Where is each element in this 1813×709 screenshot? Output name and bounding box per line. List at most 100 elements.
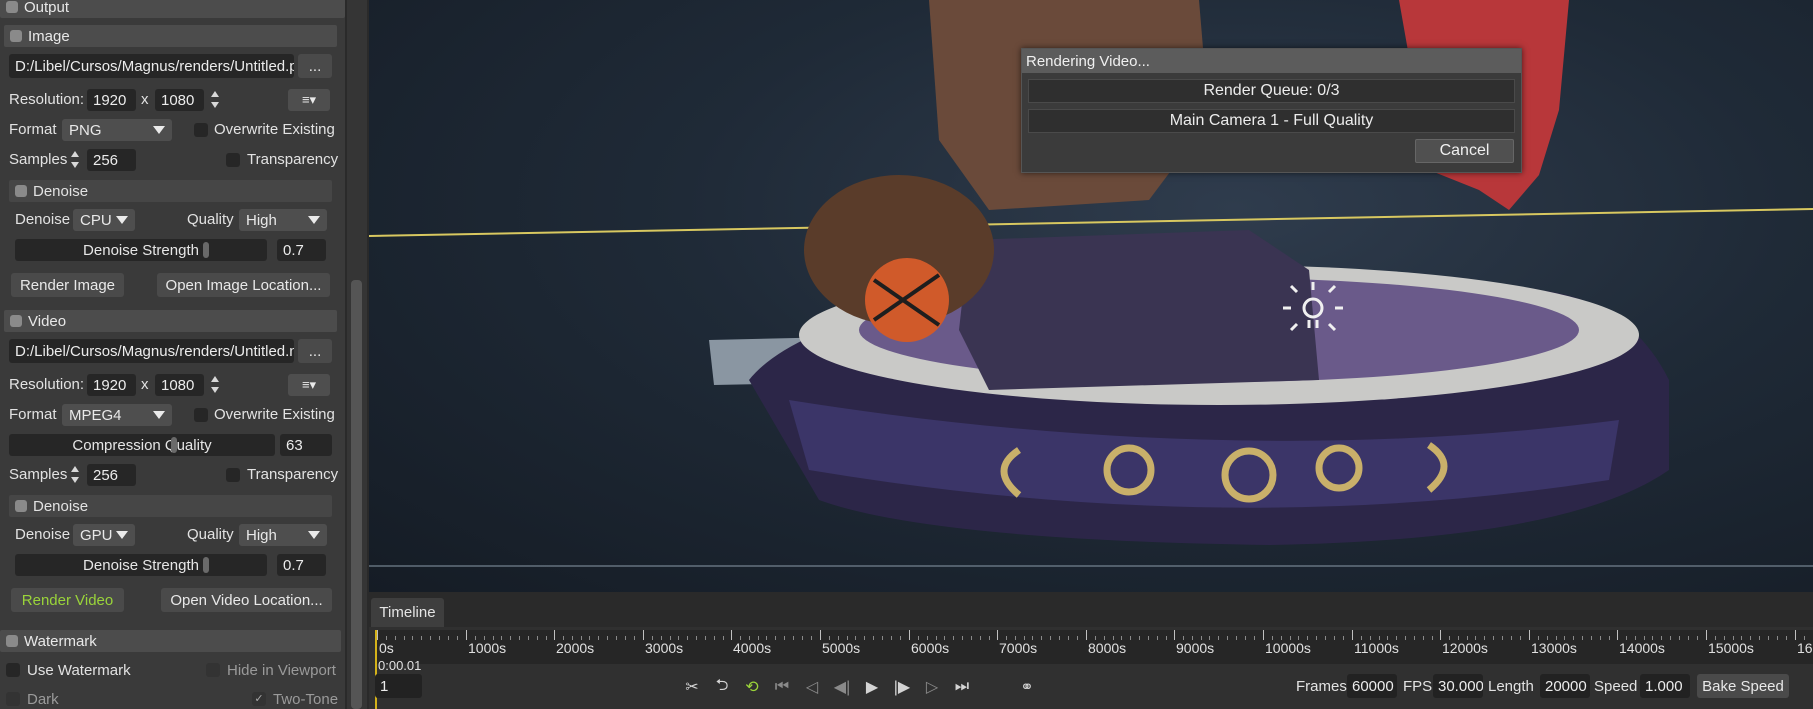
loop-icon[interactable]: ⮌: [711, 676, 733, 698]
video-width-field[interactable]: 1920: [87, 374, 136, 396]
resolution-x-label: x: [141, 91, 149, 108]
two-tone-checkbox[interactable]: ✓: [252, 692, 266, 706]
link-icon[interactable]: ⚭: [1016, 676, 1038, 698]
video-denoise-strength-field[interactable]: 0.7: [277, 554, 326, 576]
frames-field[interactable]: 60000: [1347, 674, 1397, 698]
preset-menu-button[interactable]: ≡▾: [288, 374, 330, 396]
image-section-header[interactable]: Image: [4, 25, 337, 47]
timeline-minor-tick: [749, 636, 750, 640]
step-forward-icon[interactable]: |▶: [891, 676, 913, 698]
strength-label: Denoise Strength: [83, 556, 199, 574]
cancel-button[interactable]: Cancel: [1415, 139, 1514, 163]
timeline-tick: [1086, 630, 1087, 640]
bake-speed-button[interactable]: Bake Speed: [1697, 674, 1789, 698]
compression-label: Compression Quality: [72, 436, 212, 454]
dialog-title[interactable]: Rendering Video...: [1022, 49, 1521, 73]
image-denoise-device-dropdown[interactable]: CPU: [73, 209, 135, 231]
video-denoise-strength-slider[interactable]: Denoise Strength: [15, 554, 267, 576]
timeline-minor-tick: [1281, 636, 1282, 640]
prev-key-icon[interactable]: ◁: [801, 676, 823, 698]
compression-quality-field[interactable]: 63: [280, 434, 332, 456]
video-path-field[interactable]: D:/Libel/Cursos/Magnus/renders/Untitled.…: [9, 339, 294, 363]
device-value: CPU: [80, 211, 112, 229]
transparency-label: Transparency: [247, 466, 339, 483]
timeline-minor-tick: [1626, 636, 1627, 640]
collapse-icon[interactable]: [10, 315, 22, 327]
timeline-tick: [554, 630, 555, 640]
timeline-minor-tick: [696, 636, 697, 640]
image-format-dropdown[interactable]: PNG: [62, 119, 172, 141]
collapse-icon[interactable]: [6, 635, 18, 647]
timeline-minor-tick: [1670, 636, 1671, 640]
slider-handle[interactable]: [203, 242, 209, 258]
transparency-checkbox[interactable]: [226, 153, 240, 167]
collapse-icon[interactable]: [15, 185, 27, 197]
skip-end-icon[interactable]: ⏭: [951, 676, 973, 698]
speed-field[interactable]: 1.000: [1640, 674, 1690, 698]
skip-start-icon[interactable]: ⏮: [771, 676, 793, 698]
video-browse-button[interactable]: ...: [298, 339, 332, 363]
collapse-icon[interactable]: [15, 500, 27, 512]
render-video-button[interactable]: Render Video: [11, 588, 124, 612]
resolution-stepper-icon[interactable]: [210, 375, 220, 395]
video-section-header[interactable]: Video: [4, 310, 337, 332]
chevron-down-icon: [153, 411, 165, 419]
collapse-icon[interactable]: [6, 1, 18, 13]
video-format-dropdown[interactable]: MPEG4: [62, 404, 172, 426]
length-field[interactable]: 20000: [1540, 674, 1590, 698]
video-samples-field[interactable]: 256: [87, 464, 136, 486]
preset-menu-button[interactable]: ≡▾: [288, 89, 330, 111]
overwrite-checkbox[interactable]: [194, 123, 208, 137]
image-denoise-strength-field[interactable]: 0.7: [277, 239, 326, 261]
timeline-minor-tick: [1343, 636, 1344, 640]
image-width-field[interactable]: 1920: [87, 89, 136, 111]
timeline-tick: [643, 630, 644, 640]
timeline-tick: [1529, 630, 1530, 640]
samples-stepper-icon[interactable]: [70, 465, 80, 485]
play-icon[interactable]: ▶: [861, 676, 883, 698]
video-quality-dropdown[interactable]: High: [239, 524, 327, 546]
timeline-minor-tick: [927, 636, 928, 640]
scissors-icon[interactable]: ✂: [681, 676, 703, 698]
fps-field[interactable]: 30.000: [1433, 674, 1483, 698]
collapse-icon[interactable]: [10, 30, 22, 42]
timeline-tick: [1795, 630, 1796, 640]
current-frame-field[interactable]: 1: [375, 674, 422, 698]
video-height-field[interactable]: 1080: [155, 374, 204, 396]
render-image-button[interactable]: Render Image: [11, 273, 124, 297]
dark-checkbox[interactable]: [6, 692, 20, 706]
timeline-minor-tick: [607, 636, 608, 640]
compression-quality-slider[interactable]: Compression Quality: [9, 434, 275, 456]
video-denoise-header[interactable]: Denoise: [9, 495, 332, 517]
open-video-location-button[interactable]: Open Video Location...: [161, 588, 332, 612]
transparency-checkbox[interactable]: [226, 468, 240, 482]
slider-handle[interactable]: [171, 437, 177, 453]
open-image-location-button[interactable]: Open Image Location...: [157, 273, 330, 297]
timeline-minor-tick: [882, 636, 883, 640]
image-samples-field[interactable]: 256: [87, 149, 136, 171]
use-watermark-checkbox[interactable]: [6, 663, 20, 677]
step-back-icon[interactable]: ◀|: [831, 676, 853, 698]
image-height-field[interactable]: 1080: [155, 89, 204, 111]
loop-active-icon[interactable]: ⟲: [741, 676, 763, 698]
hide-in-viewport-checkbox[interactable]: [206, 663, 220, 677]
slider-handle[interactable]: [203, 557, 209, 573]
overwrite-checkbox[interactable]: [194, 408, 208, 422]
output-section-header[interactable]: Output: [0, 0, 345, 18]
timeline-minor-tick: [1679, 636, 1680, 640]
video-denoise-device-dropdown[interactable]: GPU: [73, 524, 135, 546]
panel-scrollbar-thumb[interactable]: [351, 280, 362, 709]
timeline-minor-tick: [989, 636, 990, 640]
timeline-minor-tick: [1024, 636, 1025, 640]
tab-timeline[interactable]: Timeline: [371, 598, 444, 627]
image-quality-dropdown[interactable]: High: [239, 209, 327, 231]
samples-stepper-icon[interactable]: [70, 150, 80, 170]
timeline-minor-tick: [448, 636, 449, 640]
next-key-icon[interactable]: ▷: [921, 676, 943, 698]
image-denoise-header[interactable]: Denoise: [9, 180, 332, 202]
image-browse-button[interactable]: ...: [298, 54, 332, 78]
watermark-section-header[interactable]: Watermark: [0, 630, 341, 652]
resolution-stepper-icon[interactable]: [210, 90, 220, 110]
image-denoise-strength-slider[interactable]: Denoise Strength: [15, 239, 267, 261]
image-path-field[interactable]: D:/Libel/Cursos/Magnus/renders/Untitled.…: [9, 54, 294, 78]
